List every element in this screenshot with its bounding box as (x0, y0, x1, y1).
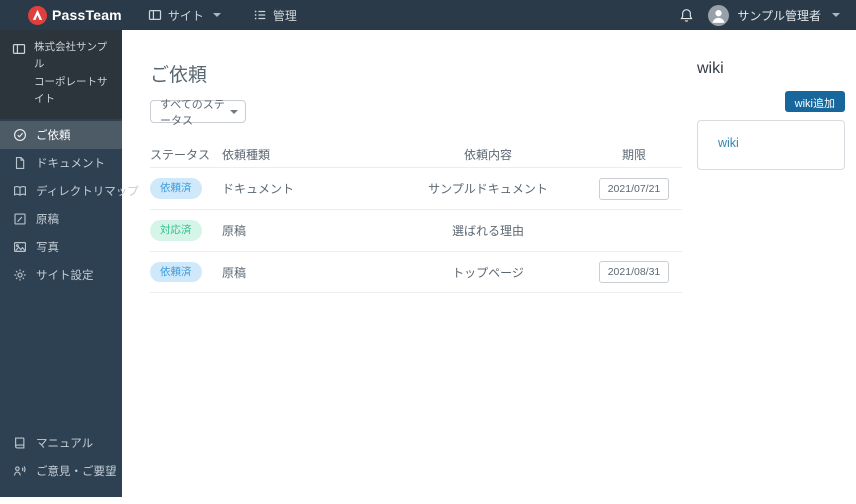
draft-icon (13, 212, 27, 226)
status-filter-value: すべてのステータス (160, 98, 225, 127)
table-header-row: ステータス 依頼種類 依頼内容 期限 (150, 139, 682, 167)
sidebar: 株式会社サンプル コーポレートサイト ご依頼 ドキュメント ディレクトリマップ … (0, 30, 139, 497)
sidebar-item-site-settings[interactable]: サイト設定 (0, 261, 122, 289)
top-menu: サイト 管理 (148, 7, 297, 24)
wiki-list-item-link[interactable]: wiki (718, 136, 739, 150)
map-icon (13, 184, 27, 198)
status-badge: 依頼済 (150, 178, 202, 199)
col-header-content: 依頼内容 (463, 147, 512, 162)
gear-icon (13, 268, 27, 282)
document-icon (13, 156, 27, 170)
table-row[interactable]: 依頼済 原稿 トップページ (150, 251, 682, 293)
site-icon (148, 8, 162, 22)
table-row[interactable]: 依頼済 ドキュメント サンプルドキュメント (150, 167, 682, 209)
sidebar-item-documents[interactable]: ドキュメント (0, 149, 122, 177)
wiki-list-card: wiki (697, 120, 845, 170)
sidebar-item-label: ご意見・ご要望 (36, 466, 117, 478)
wiki-add-row: wiki追加 (697, 91, 845, 112)
sidebar-item-photos[interactable]: 写真 (0, 233, 122, 261)
sidebar-nav: ご依頼 ドキュメント ディレクトリマップ 原稿 写真 サイト設定 (0, 119, 139, 289)
due-date-input[interactable] (599, 261, 669, 283)
due-cell (586, 177, 682, 200)
site-name: 株式会社サンプル コーポレートサイト (34, 39, 112, 108)
site-icon (12, 39, 26, 108)
admin-icon (253, 8, 267, 22)
content-cell: トップページ (452, 265, 524, 280)
requests-table: ステータス 依頼種類 依頼内容 期限 依頼済 ドキュメント サンプルドキュメント… (150, 139, 682, 293)
brand-logo[interactable]: PassTeam (28, 5, 122, 25)
status-filter-select[interactable]: すべてのステータス (150, 99, 246, 127)
notifications-bell-icon[interactable] (679, 8, 694, 23)
check-circle-icon (13, 128, 27, 142)
content-cell: サンプルドキュメント (428, 182, 548, 196)
sidebar-item-label: ディレクトリマップ (36, 186, 139, 199)
passteam-logo-icon (28, 5, 47, 25)
main-content: ご依頼 すべてのステータス ステータス 依頼種類 依頼内容 期限 依頼済 ドキュ… (122, 30, 690, 293)
type-cell: ドキュメント (222, 182, 295, 196)
sidebar-item-label: 写真 (36, 242, 59, 255)
avatar (708, 4, 730, 26)
due-date-input[interactable] (599, 177, 669, 200)
due-cell (586, 261, 682, 283)
user-name: サンプル管理者 (737, 8, 821, 23)
site-name-line1: 株式会社サンプル (34, 41, 108, 71)
app-window: PassTeam サイト 管理 サンプル管理者 株式会社サンプル コーポレートサ… (0, 0, 856, 504)
sidebar-item-drafts[interactable]: 原稿 (0, 205, 122, 233)
sidebar-site-selector[interactable]: 株式会社サンプル コーポレートサイト (0, 30, 122, 120)
type-cell: 原稿 (222, 265, 247, 280)
sidebar-item-label: ドキュメント (36, 158, 105, 171)
sidebar-item-directory-map[interactable]: ディレクトリマップ (0, 177, 139, 205)
menu-site-label: サイト (167, 8, 204, 23)
sidebar-item-label: ご依頼 (36, 130, 71, 143)
chevron-down-icon (212, 13, 221, 17)
status-badge: 依頼済 (150, 261, 202, 283)
page-title: ご依頼 (150, 65, 208, 86)
photo-icon (13, 240, 27, 254)
wiki-add-button[interactable]: wiki追加 (784, 91, 845, 112)
type-cell: 原稿 (222, 224, 247, 238)
status-cell: 対応済 (150, 220, 222, 241)
menu-admin-label: 管理 (272, 8, 297, 23)
status-badge: 対応済 (150, 220, 202, 241)
col-header-status: ステータス (150, 147, 211, 162)
sidebar-footer: マニュアル ご意見・ご要望 (0, 429, 122, 497)
site-name-line2: コーポレートサイト (34, 75, 108, 105)
col-header-type: 依頼種類 (222, 147, 271, 162)
wiki-panel-title: wiki (697, 60, 724, 77)
sidebar-item-label: 原稿 (36, 214, 59, 227)
menu-site[interactable]: サイト (148, 7, 221, 24)
brand-name: PassTeam (52, 7, 122, 23)
chevron-down-icon (230, 109, 238, 114)
col-header-due: 期限 (621, 147, 646, 162)
content-cell: 選ばれる理由 (451, 224, 524, 238)
menu-admin[interactable]: 管理 (253, 7, 297, 24)
sidebar-item-label: マニュアル (36, 438, 94, 450)
chevron-down-icon (832, 13, 840, 17)
feedback-icon (13, 464, 27, 478)
top-navbar: PassTeam サイト 管理 サンプル管理者 (0, 0, 856, 30)
sidebar-item-requests[interactable]: ご依頼 (0, 121, 122, 150)
sidebar-item-feedback[interactable]: ご意見・ご要望 (0, 457, 122, 485)
sidebar-item-label: サイト設定 (36, 270, 94, 283)
status-cell: 依頼済 (150, 261, 222, 283)
status-cell: 依頼済 (150, 178, 222, 199)
wiki-panel: wiki wiki追加 wiki (697, 60, 845, 170)
topbar-right: サンプル管理者 (679, 4, 856, 26)
manual-icon (13, 436, 27, 450)
sidebar-item-manual[interactable]: マニュアル (0, 429, 122, 457)
user-menu[interactable]: サンプル管理者 (708, 4, 840, 26)
table-row[interactable]: 対応済 原稿 選ばれる理由 (150, 209, 682, 251)
